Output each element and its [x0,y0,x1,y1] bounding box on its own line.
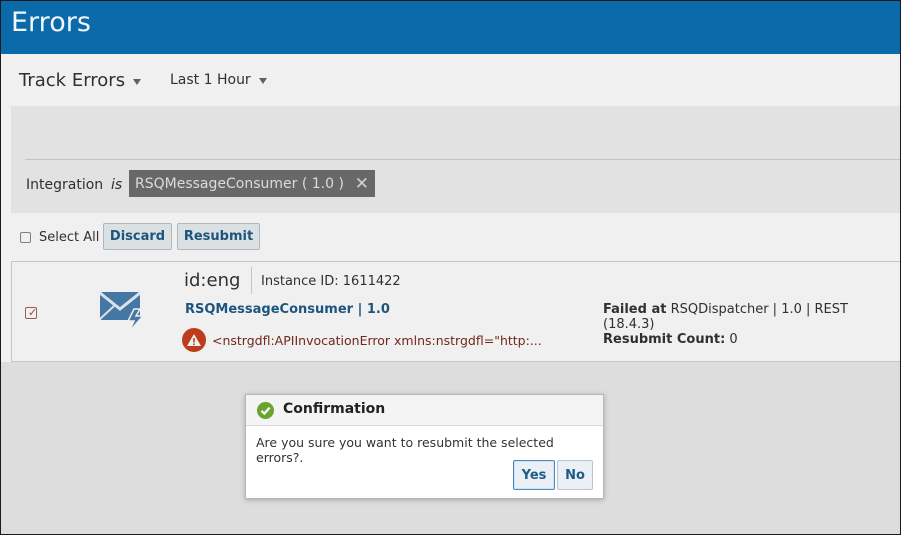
close-icon[interactable]: ✕ [355,174,369,194]
check-circle-icon [257,402,274,419]
time-range-label: Last 1 Hour [170,72,251,88]
error-message-link[interactable]: <nstrgdfl:APIInvocationError xmlns:nstrg… [212,333,542,348]
resubmit-count: Resubmit Count: 0 [603,332,738,347]
divider [25,159,900,160]
envelope-lightning-icon [99,291,145,333]
checkmark-icon: ✓ [28,306,38,319]
discard-button[interactable]: Discard [103,223,172,250]
error-row: ✓ id:eng Instance ID: 1611422 RSQMessage… [11,261,900,362]
view-dropdown-label: Track Errors [19,70,126,91]
time-range-dropdown[interactable]: Last 1 Hour [170,72,267,88]
instance-id: Instance ID: 1611422 [261,274,401,289]
resubmit-count-label: Resubmit Count: [603,332,726,347]
dialog-header: Confirmation [246,395,603,426]
action-bar: Select All Discard Resubmit [1,213,900,261]
select-all-label: Select All [39,230,100,245]
warning-icon [182,328,206,352]
dialog-title: Confirmation [283,401,386,417]
error-name: id:eng [184,270,241,291]
resubmit-button[interactable]: Resubmit [177,223,260,250]
resubmit-count-value: 0 [729,332,738,347]
page-header: Errors [1,1,900,54]
filter-field-label: Integration [26,177,104,193]
view-dropdown[interactable]: Track Errors [19,70,142,91]
divider [251,267,252,294]
select-all-checkbox[interactable] [20,232,31,243]
failed-at: Failed at RSQDispatcher | 1.0 | REST (18… [603,302,900,332]
failed-at-label: Failed at [603,302,667,317]
app-frame: Errors Track Errors Last 1 Hour Integrat… [0,0,901,535]
page-title: Errors [11,7,91,38]
toolbar: Track Errors Last 1 Hour [1,54,900,106]
filter-chip: RSQMessageConsumer ( 1.0 ) ✕ [129,170,375,197]
row-checkbox[interactable]: ✓ [25,306,38,319]
filter-chip-label: RSQMessageConsumer ( 1.0 ) [135,175,344,192]
chevron-down-icon [133,78,142,85]
yes-button[interactable]: Yes [513,460,555,490]
filter-operator: is [111,177,123,193]
confirmation-dialog: Confirmation Are you sure you want to re… [245,394,604,499]
filter-panel: Integration is RSQMessageConsumer ( 1.0 … [11,106,900,213]
no-button[interactable]: No [557,460,593,490]
integration-link[interactable]: RSQMessageConsumer | 1.0 [185,302,390,317]
chevron-down-icon [258,78,267,84]
